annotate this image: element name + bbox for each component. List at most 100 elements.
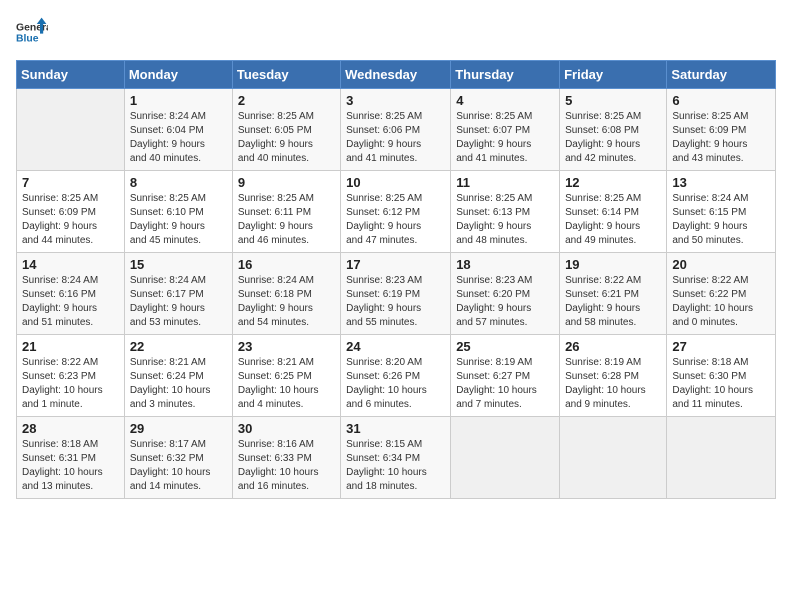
- day-number: 4: [456, 93, 554, 108]
- header: General Blue: [16, 16, 776, 48]
- calendar-cell: 30 Sunrise: 8:16 AM Sunset: 6:33 PM Dayli…: [232, 417, 340, 499]
- day-info: Sunrise: 8:25 AM Sunset: 6:05 PM Dayligh…: [238, 110, 335, 166]
- calendar-cell: 6 Sunrise: 8:25 AM Sunset: 6:09 PM Daylig…: [667, 89, 776, 171]
- day-info: Sunrise: 8:24 AM Sunset: 6:04 PM Dayligh…: [130, 110, 227, 166]
- day-info: Sunrise: 8:19 AM Sunset: 6:28 PM Dayligh…: [565, 356, 661, 412]
- day-number: 20: [672, 257, 770, 272]
- day-info: Sunrise: 8:17 AM Sunset: 6:32 PM Dayligh…: [130, 438, 227, 494]
- calendar-cell: 2 Sunrise: 8:25 AM Sunset: 6:05 PM Daylig…: [232, 89, 340, 171]
- day-number: 6: [672, 93, 770, 108]
- day-info: Sunrise: 8:25 AM Sunset: 6:09 PM Dayligh…: [672, 110, 770, 166]
- svg-text:Blue: Blue: [16, 34, 39, 45]
- calendar-cell: 28 Sunrise: 8:18 AM Sunset: 6:31 PM Dayli…: [17, 417, 125, 499]
- calendar-cell: 22 Sunrise: 8:21 AM Sunset: 6:24 PM Dayli…: [124, 335, 232, 417]
- day-number: 9: [238, 175, 335, 190]
- day-number: 27: [672, 339, 770, 354]
- column-header-wednesday: Wednesday: [341, 61, 451, 89]
- calendar-cell: [451, 417, 560, 499]
- day-info: Sunrise: 8:18 AM Sunset: 6:30 PM Dayligh…: [672, 356, 770, 412]
- day-info: Sunrise: 8:18 AM Sunset: 6:31 PM Dayligh…: [22, 438, 119, 494]
- day-info: Sunrise: 8:23 AM Sunset: 6:19 PM Dayligh…: [346, 274, 445, 330]
- week-row-4: 21 Sunrise: 8:22 AM Sunset: 6:23 PM Dayli…: [17, 335, 776, 417]
- calendar-cell: 31 Sunrise: 8:15 AM Sunset: 6:34 PM Dayli…: [341, 417, 451, 499]
- week-row-1: 1Sunrise: 8:24 AM Sunset: 6:04 PM Daylig…: [17, 89, 776, 171]
- calendar-cell: 29 Sunrise: 8:17 AM Sunset: 6:32 PM Dayli…: [124, 417, 232, 499]
- calendar-cell: 3 Sunrise: 8:25 AM Sunset: 6:06 PM Daylig…: [341, 89, 451, 171]
- day-number: 11: [456, 175, 554, 190]
- day-info: Sunrise: 8:22 AM Sunset: 6:22 PM Dayligh…: [672, 274, 770, 330]
- day-info: Sunrise: 8:22 AM Sunset: 6:23 PM Dayligh…: [22, 356, 119, 412]
- day-number: 24: [346, 339, 445, 354]
- day-number: 16: [238, 257, 335, 272]
- calendar-cell: 20 Sunrise: 8:22 AM Sunset: 6:22 PM Dayli…: [667, 253, 776, 335]
- day-info: Sunrise: 8:21 AM Sunset: 6:24 PM Dayligh…: [130, 356, 227, 412]
- column-header-thursday: Thursday: [451, 61, 560, 89]
- calendar-cell: 8Sunrise: 8:25 AM Sunset: 6:10 PM Daylig…: [124, 171, 232, 253]
- day-number: 29: [130, 421, 227, 436]
- day-number: 19: [565, 257, 661, 272]
- day-number: 7: [22, 175, 119, 190]
- day-number: 28: [22, 421, 119, 436]
- day-number: 21: [22, 339, 119, 354]
- day-number: 25: [456, 339, 554, 354]
- column-header-monday: Monday: [124, 61, 232, 89]
- calendar-cell: 5Sunrise: 8:25 AM Sunset: 6:08 PM Daylig…: [560, 89, 667, 171]
- calendar-cell: [560, 417, 667, 499]
- week-row-5: 28 Sunrise: 8:18 AM Sunset: 6:31 PM Dayli…: [17, 417, 776, 499]
- calendar-cell: 13Sunrise: 8:24 AM Sunset: 6:15 PM Dayli…: [667, 171, 776, 253]
- calendar-cell: 1Sunrise: 8:24 AM Sunset: 6:04 PM Daylig…: [124, 89, 232, 171]
- column-header-friday: Friday: [560, 61, 667, 89]
- day-info: Sunrise: 8:25 AM Sunset: 6:08 PM Dayligh…: [565, 110, 661, 166]
- calendar-cell: 17 Sunrise: 8:23 AM Sunset: 6:19 PM Dayli…: [341, 253, 451, 335]
- calendar-cell: 10Sunrise: 8:25 AM Sunset: 6:12 PM Dayli…: [341, 171, 451, 253]
- day-info: Sunrise: 8:24 AM Sunset: 6:15 PM Dayligh…: [672, 192, 770, 248]
- day-number: 30: [238, 421, 335, 436]
- week-row-2: 7 Sunrise: 8:25 AM Sunset: 6:09 PM Daylig…: [17, 171, 776, 253]
- day-info: Sunrise: 8:25 AM Sunset: 6:09 PM Dayligh…: [22, 192, 119, 248]
- day-number: 26: [565, 339, 661, 354]
- day-info: Sunrise: 8:23 AM Sunset: 6:20 PM Dayligh…: [456, 274, 554, 330]
- day-number: 18: [456, 257, 554, 272]
- day-number: 22: [130, 339, 227, 354]
- day-number: 23: [238, 339, 335, 354]
- day-number: 14: [22, 257, 119, 272]
- calendar-cell: 4Sunrise: 8:25 AM Sunset: 6:07 PM Daylig…: [451, 89, 560, 171]
- calendar-table: SundayMondayTuesdayWednesdayThursdayFrid…: [16, 60, 776, 499]
- day-info: Sunrise: 8:15 AM Sunset: 6:34 PM Dayligh…: [346, 438, 445, 494]
- calendar-cell: 23 Sunrise: 8:21 AM Sunset: 6:25 PM Dayli…: [232, 335, 340, 417]
- calendar-cell: 7 Sunrise: 8:25 AM Sunset: 6:09 PM Daylig…: [17, 171, 125, 253]
- day-info: Sunrise: 8:25 AM Sunset: 6:13 PM Dayligh…: [456, 192, 554, 248]
- day-number: 12: [565, 175, 661, 190]
- logo-icon: General Blue: [16, 16, 48, 48]
- column-header-sunday: Sunday: [17, 61, 125, 89]
- day-info: Sunrise: 8:19 AM Sunset: 6:27 PM Dayligh…: [456, 356, 554, 412]
- day-number: 31: [346, 421, 445, 436]
- day-number: 17: [346, 257, 445, 272]
- column-header-saturday: Saturday: [667, 61, 776, 89]
- day-info: Sunrise: 8:24 AM Sunset: 6:18 PM Dayligh…: [238, 274, 335, 330]
- day-info: Sunrise: 8:24 AM Sunset: 6:17 PM Dayligh…: [130, 274, 227, 330]
- day-info: Sunrise: 8:16 AM Sunset: 6:33 PM Dayligh…: [238, 438, 335, 494]
- calendar-cell: 24 Sunrise: 8:20 AM Sunset: 6:26 PM Dayli…: [341, 335, 451, 417]
- calendar-cell: 26 Sunrise: 8:19 AM Sunset: 6:28 PM Dayli…: [560, 335, 667, 417]
- day-info: Sunrise: 8:25 AM Sunset: 6:10 PM Dayligh…: [130, 192, 227, 248]
- column-header-tuesday: Tuesday: [232, 61, 340, 89]
- day-info: Sunrise: 8:20 AM Sunset: 6:26 PM Dayligh…: [346, 356, 445, 412]
- calendar-cell: [17, 89, 125, 171]
- calendar-header-row: SundayMondayTuesdayWednesdayThursdayFrid…: [17, 61, 776, 89]
- day-info: Sunrise: 8:25 AM Sunset: 6:06 PM Dayligh…: [346, 110, 445, 166]
- calendar-cell: 21 Sunrise: 8:22 AM Sunset: 6:23 PM Dayli…: [17, 335, 125, 417]
- calendar-cell: 11 Sunrise: 8:25 AM Sunset: 6:13 PM Dayli…: [451, 171, 560, 253]
- day-number: 15: [130, 257, 227, 272]
- calendar-cell: 15 Sunrise: 8:24 AM Sunset: 6:17 PM Dayli…: [124, 253, 232, 335]
- day-number: 10: [346, 175, 445, 190]
- calendar-cell: 18 Sunrise: 8:23 AM Sunset: 6:20 PM Dayli…: [451, 253, 560, 335]
- calendar-cell: 27 Sunrise: 8:18 AM Sunset: 6:30 PM Dayli…: [667, 335, 776, 417]
- day-info: Sunrise: 8:25 AM Sunset: 6:14 PM Dayligh…: [565, 192, 661, 248]
- day-number: 3: [346, 93, 445, 108]
- day-info: Sunrise: 8:25 AM Sunset: 6:11 PM Dayligh…: [238, 192, 335, 248]
- week-row-3: 14Sunrise: 8:24 AM Sunset: 6:16 PM Dayli…: [17, 253, 776, 335]
- calendar-cell: 16 Sunrise: 8:24 AM Sunset: 6:18 PM Dayli…: [232, 253, 340, 335]
- day-info: Sunrise: 8:21 AM Sunset: 6:25 PM Dayligh…: [238, 356, 335, 412]
- day-number: 2: [238, 93, 335, 108]
